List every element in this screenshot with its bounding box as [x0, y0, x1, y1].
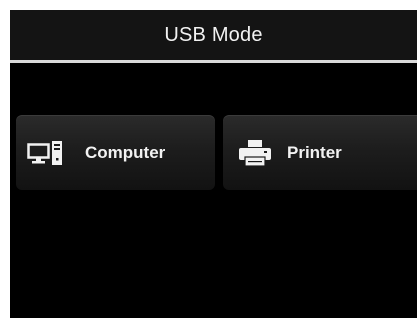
usb-mode-screen: USB Mode Computer Printer [10, 10, 417, 318]
page-title: USB Mode [164, 23, 263, 46]
computer-option-button[interactable]: Computer [16, 115, 215, 190]
printer-option-label: Printer [287, 142, 342, 162]
title-bar: USB Mode [10, 10, 417, 60]
printer-icon [239, 139, 271, 166]
computer-icon [27, 140, 67, 165]
options-area: Computer Printer [10, 63, 417, 318]
printer-option-button[interactable]: Printer [223, 115, 417, 190]
computer-option-label: Computer [85, 142, 166, 162]
